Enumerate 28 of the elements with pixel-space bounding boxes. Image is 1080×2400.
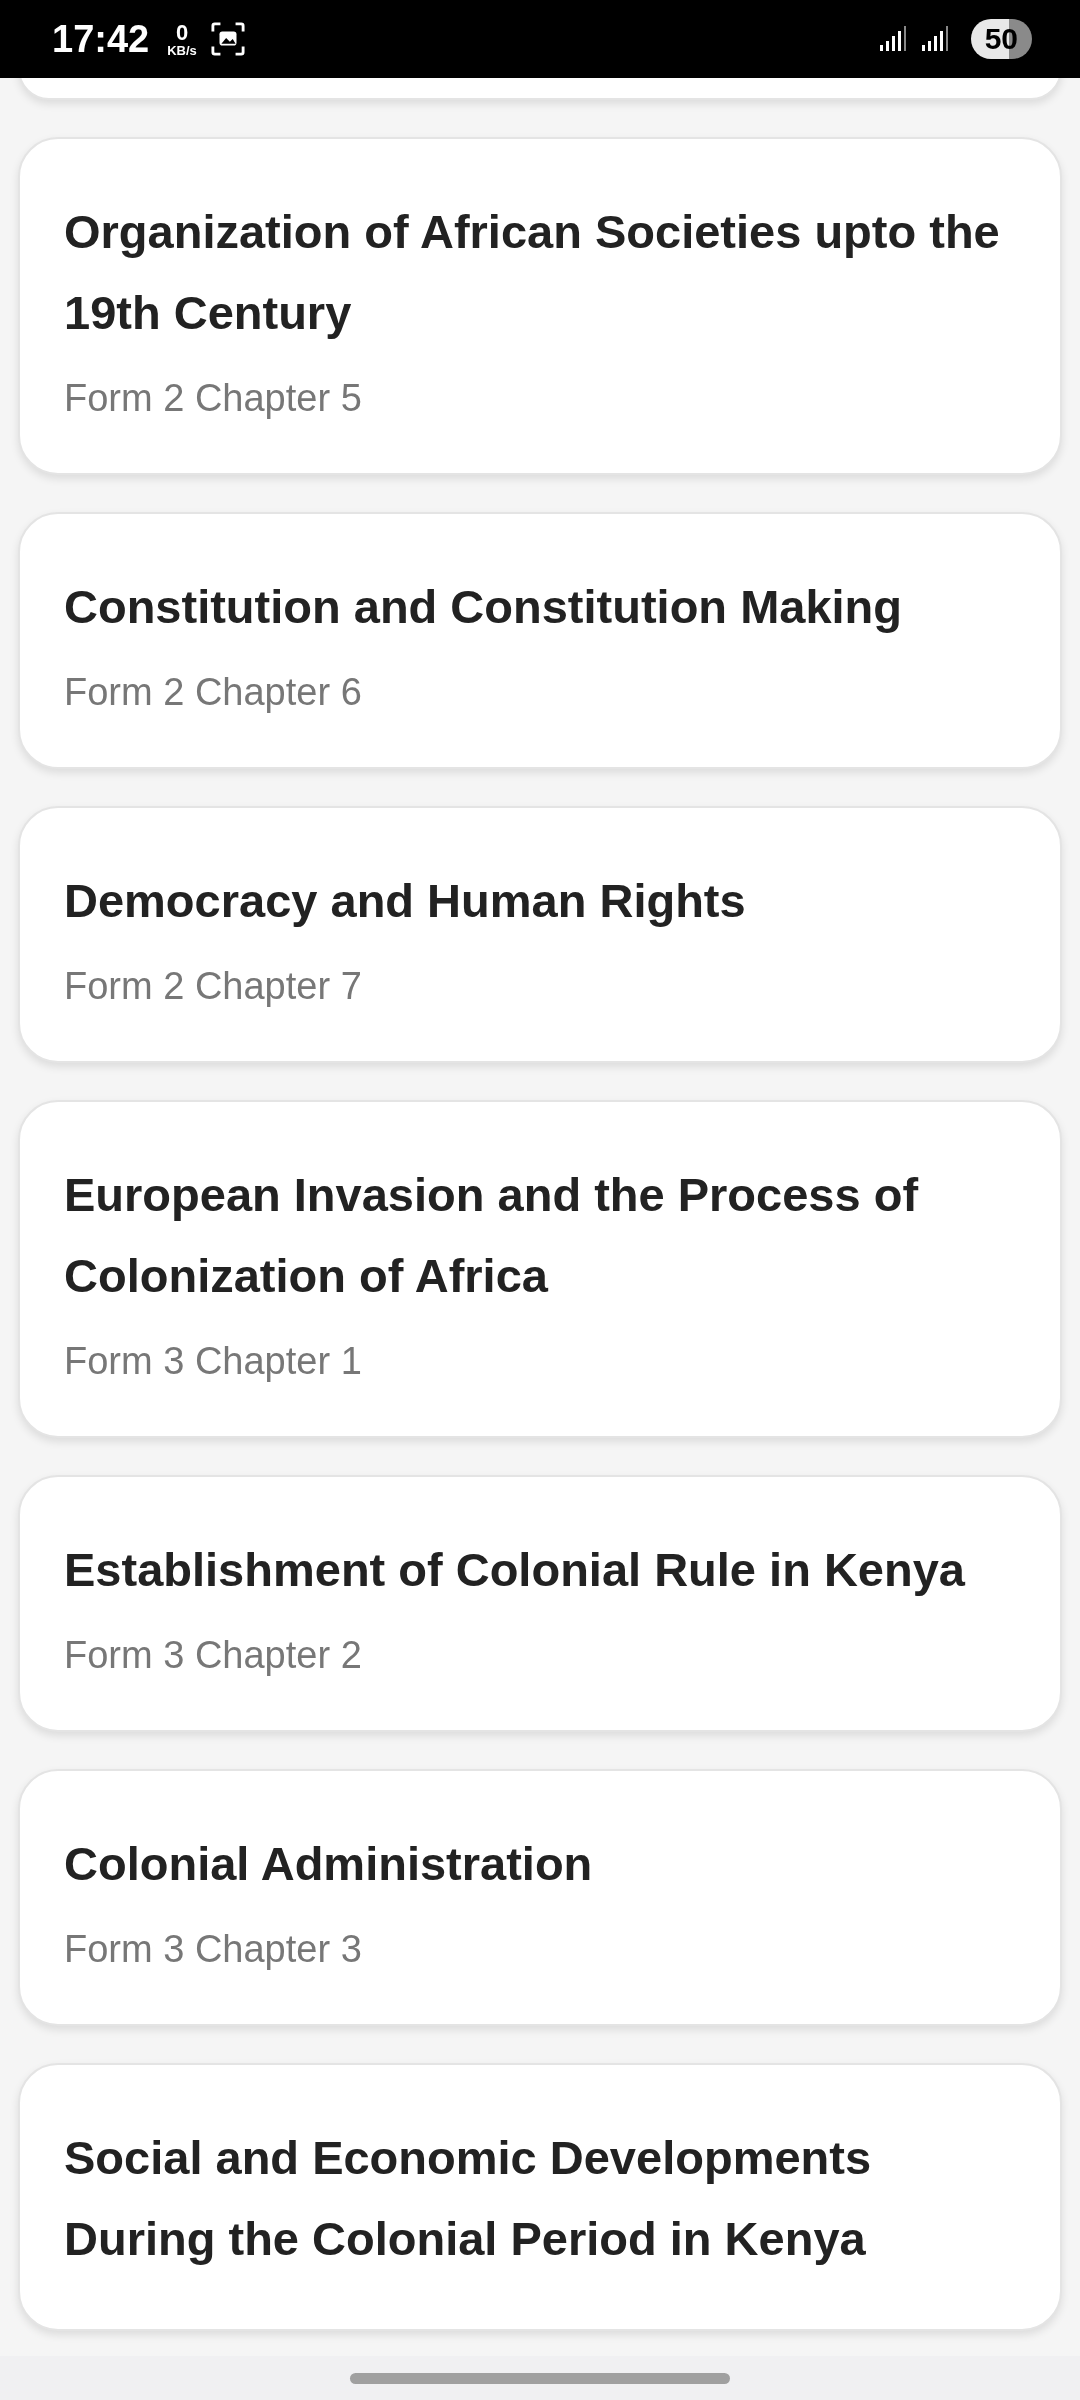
chapter-title: Social and Economic Developments During the Colonial Period in Kenya [64, 2130, 873, 2267]
chapter-card[interactable]: Organization of African Societies upto the 19th Century Form 2 Chapter 5 [18, 137, 1062, 475]
screenshot-icon [210, 22, 245, 56]
chapter-title: Constitution and Constitution Making [64, 579, 904, 635]
battery-indicator: 50 [970, 19, 1032, 59]
chapter-subtitle: Form 2 Chapter 5 [64, 376, 363, 421]
chapter-subtitle: Form 3 Chapter 2 [64, 1633, 363, 1678]
chapter-title: Establishment of Colonial Rule in Kenya [64, 1542, 967, 1598]
chapter-title: Organization of African Societies upto the 19th Century [64, 204, 1001, 341]
chapter-card[interactable]: Social and Economic Developments During the Colonial Period in Kenya [18, 2063, 1062, 2331]
chapter-subtitle: Form 3 Chapter 3 [64, 1927, 363, 1972]
chapter-card[interactable]: Constitution and Constitution Making Form 2 Chapter 6 [18, 512, 1062, 769]
chapter-title: Colonial Administration [64, 1836, 594, 1892]
chapter-subtitle: Form 3 Chapter 1 [64, 1339, 363, 1384]
network-speed-unit: KB/s [167, 43, 197, 57]
chapter-title: Democracy and Human Rights [64, 873, 747, 929]
chapter-card[interactable]: European Invasion and the Process of Colonization of Africa Form 3 Chapter 1 [18, 1100, 1062, 1438]
signal-icon [920, 25, 949, 53]
clock: 17:42 [52, 17, 150, 61]
network-speed-value: 0 [175, 21, 189, 44]
chapter-title: European Invasion and the Process of Colonization of Africa [64, 1167, 920, 1304]
home-handle[interactable] [350, 2372, 730, 2384]
chapter-card[interactable]: Establishment of Colonial Rule in Kenya Form 3 Chapter 2 [18, 1475, 1062, 1732]
chapter-subtitle: Form 2 Chapter 6 [64, 670, 363, 715]
chapter-subtitle: Form 2 Chapter 7 [64, 964, 363, 1009]
signal-icon [878, 25, 907, 53]
chapter-card[interactable]: Democracy and Human Rights Form 2 Chapter 7 [18, 806, 1062, 1063]
chapter-card[interactable]: Colonial Administration Form 3 Chapter 3 [18, 1769, 1062, 2026]
